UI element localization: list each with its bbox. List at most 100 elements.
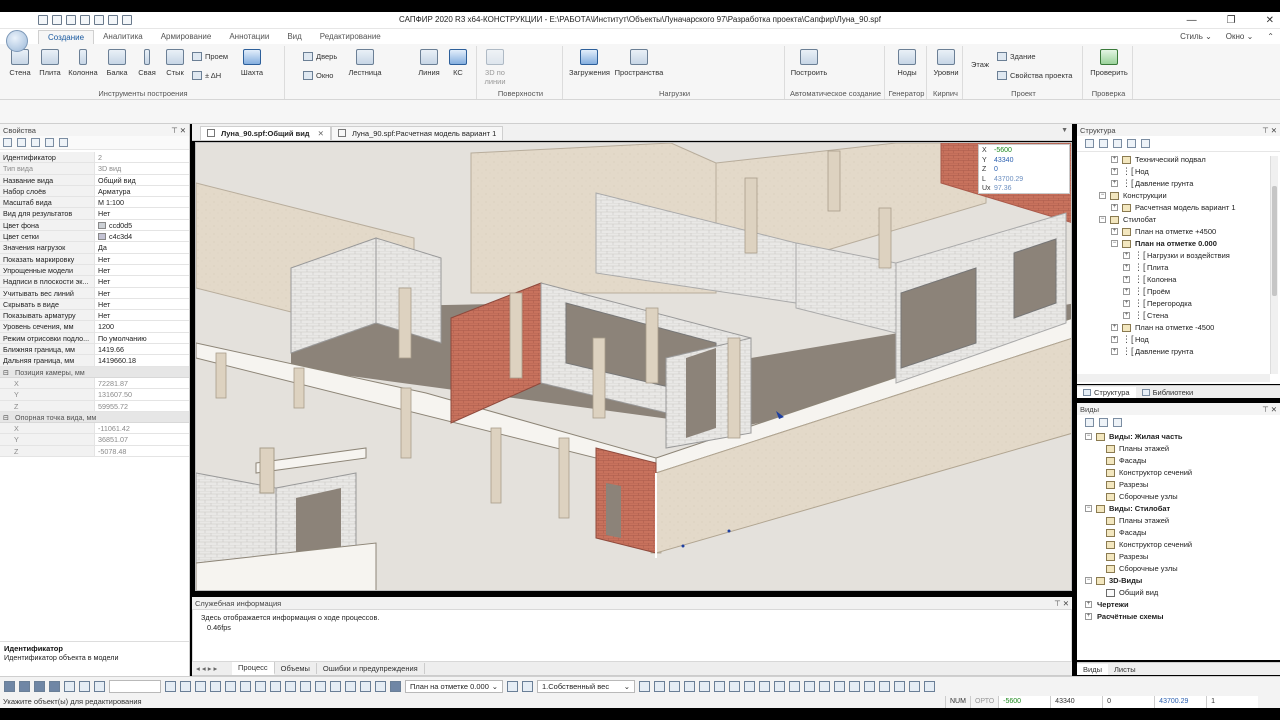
- open-file-icon[interactable]: [52, 15, 62, 25]
- prop-row[interactable]: Надписи в плоскости эк... Нет: [0, 276, 189, 288]
- level-select[interactable]: План на отметке 0.000 ⌄: [405, 680, 503, 693]
- tree-item[interactable]: + ⋮[Проём: [1077, 286, 1280, 298]
- building-button[interactable]: Здание: [997, 52, 1036, 61]
- window-button[interactable]: Окно: [303, 71, 333, 80]
- tree-item[interactable]: − Стилобат: [1077, 214, 1280, 226]
- tree-item[interactable]: Разрезы: [1077, 551, 1280, 563]
- shaded-icon[interactable]: [819, 681, 830, 692]
- tree-item[interactable]: Сборочные узлы: [1077, 491, 1280, 503]
- settings-icon[interactable]: [122, 15, 132, 25]
- tree-item[interactable]: Сборочные узлы: [1077, 563, 1280, 575]
- tab-calc-model[interactable]: Луна_90.spf:Расчетная модель вариант 1: [331, 126, 504, 140]
- select-icon[interactable]: [654, 681, 665, 692]
- expand-icon[interactable]: +: [1123, 264, 1130, 271]
- print-icon[interactable]: [108, 15, 118, 25]
- expand-icon[interactable]: +: [1111, 336, 1118, 343]
- transparency-icon[interactable]: [879, 681, 890, 692]
- refresh-icon[interactable]: [1113, 418, 1122, 427]
- orbit-icon[interactable]: [789, 681, 800, 692]
- tab-views[interactable]: Виды: [1077, 663, 1108, 675]
- prop-row[interactable]: Название вида Общий вид: [0, 174, 189, 186]
- structure-hscroll[interactable]: [1077, 374, 1270, 382]
- expand-icon[interactable]: +: [1111, 228, 1118, 235]
- collapse-icon[interactable]: ⊟: [3, 413, 9, 422]
- print-view-icon[interactable]: [894, 681, 905, 692]
- tree-item[interactable]: Разрезы: [1077, 479, 1280, 491]
- prop-row[interactable]: Набор слоёв Арматура: [0, 185, 189, 198]
- expand-icon[interactable]: +: [1111, 204, 1118, 211]
- pin-icon[interactable]: [345, 681, 356, 692]
- close-button[interactable]: ✕: [1266, 15, 1274, 26]
- tree-item[interactable]: Конструктор сечений: [1077, 467, 1280, 479]
- display-settings-icon[interactable]: [924, 681, 935, 692]
- tree-item[interactable]: + ⋮[Стена: [1077, 310, 1280, 322]
- threed-line-button[interactable]: 3D по линии: [481, 48, 509, 86]
- tree-item[interactable]: + ⋮[Перегородка: [1077, 298, 1280, 310]
- refresh-view-icon[interactable]: [729, 681, 740, 692]
- save-icon[interactable]: [66, 15, 76, 25]
- view-mode-icon[interactable]: [64, 681, 75, 692]
- filter-icon[interactable]: [1085, 418, 1094, 427]
- circle-icon[interactable]: [180, 681, 191, 692]
- properties-pin-close[interactable]: ⊤ ✕: [171, 126, 186, 135]
- prop-row[interactable]: Идентификатор 2: [0, 152, 189, 164]
- prop-row[interactable]: Учитывать вес линий Нет: [0, 287, 189, 299]
- angle-icon[interactable]: [195, 681, 206, 692]
- tree-item[interactable]: Общий вид: [1077, 587, 1280, 599]
- ks-button[interactable]: КС: [445, 48, 471, 77]
- paint-icon[interactable]: [94, 681, 105, 692]
- sort-category-icon[interactable]: [3, 138, 12, 147]
- close-tab-icon[interactable]: ✕: [318, 129, 324, 138]
- grid-icon[interactable]: [1127, 139, 1136, 148]
- application-menu-button[interactable]: [6, 30, 28, 52]
- tree-item[interactable]: + Чертежи: [1077, 599, 1280, 611]
- collapse-icon[interactable]: −: [1085, 577, 1092, 584]
- tab-view[interactable]: Вид: [278, 30, 310, 44]
- tree-item[interactable]: + План на отметке -4500: [1077, 322, 1280, 334]
- layers-icon[interactable]: [1113, 139, 1122, 148]
- levels-button[interactable]: Уровни: [931, 48, 961, 77]
- dh-button[interactable]: ± ΔН: [192, 71, 221, 80]
- tree-item[interactable]: − План на отметке 0.000: [1077, 238, 1280, 250]
- joint-button[interactable]: Стык: [162, 48, 188, 77]
- tree-item[interactable]: Планы этажей: [1077, 443, 1280, 455]
- nodes-button[interactable]: Ноды: [891, 48, 923, 77]
- tree-item[interactable]: + ⋮[Нагрузки и воздействия: [1077, 250, 1280, 262]
- expand-icon[interactable]: +: [1111, 348, 1118, 355]
- snap-icon[interactable]: [4, 681, 15, 692]
- prop-row[interactable]: Масштаб вида М 1:100: [0, 197, 189, 209]
- scale-field[interactable]: [109, 680, 161, 693]
- slab-button[interactable]: Плита: [36, 48, 64, 77]
- sort-alpha-icon[interactable]: [17, 138, 26, 147]
- check-button[interactable]: Проверить: [1087, 48, 1131, 77]
- level-icon[interactable]: [390, 681, 401, 692]
- collapse-icon[interactable]: −: [1099, 192, 1106, 199]
- tree-item[interactable]: + ⋮[Нод: [1077, 166, 1280, 178]
- prop-row[interactable]: Значения нагрузок Да: [0, 242, 189, 254]
- lightbulb-icon[interactable]: [360, 681, 371, 692]
- views-pin-close[interactable]: ⊤ ✕: [1262, 405, 1277, 414]
- layers-off-icon[interactable]: [315, 681, 326, 692]
- tree-item[interactable]: Фасады: [1077, 455, 1280, 467]
- maximize-button[interactable]: ❐: [1227, 15, 1236, 26]
- spaces-button[interactable]: Пространства: [613, 48, 665, 77]
- visual-style-icon[interactable]: [849, 681, 860, 692]
- line-button[interactable]: Линия: [415, 48, 443, 77]
- tab-process[interactable]: Процесс: [232, 662, 275, 675]
- snap-node-icon[interactable]: [34, 681, 45, 692]
- target-icon[interactable]: [375, 681, 386, 692]
- zoom-window-icon[interactable]: [759, 681, 770, 692]
- tab-analytics[interactable]: Аналитика: [94, 30, 152, 44]
- expand-icon[interactable]: +: [1085, 601, 1092, 608]
- tree-item[interactable]: − 3D-Виды: [1077, 575, 1280, 587]
- filter-select-icon[interactable]: [669, 681, 680, 692]
- expand-icon[interactable]: +: [1123, 276, 1130, 283]
- rotate-icon[interactable]: [714, 681, 725, 692]
- tab-nav-arrows[interactable]: ◂ ◂ ▸ ▸: [192, 664, 232, 673]
- refresh-icon[interactable]: [1141, 139, 1150, 148]
- 3d-viewport[interactable]: [195, 142, 1072, 591]
- collapse-icon[interactable]: ⊟: [3, 368, 9, 377]
- filter-icon[interactable]: [31, 138, 40, 147]
- prop-row[interactable]: Режим отрисовки подло... По умолчанию: [0, 332, 189, 345]
- structure-vscroll[interactable]: [1270, 156, 1278, 374]
